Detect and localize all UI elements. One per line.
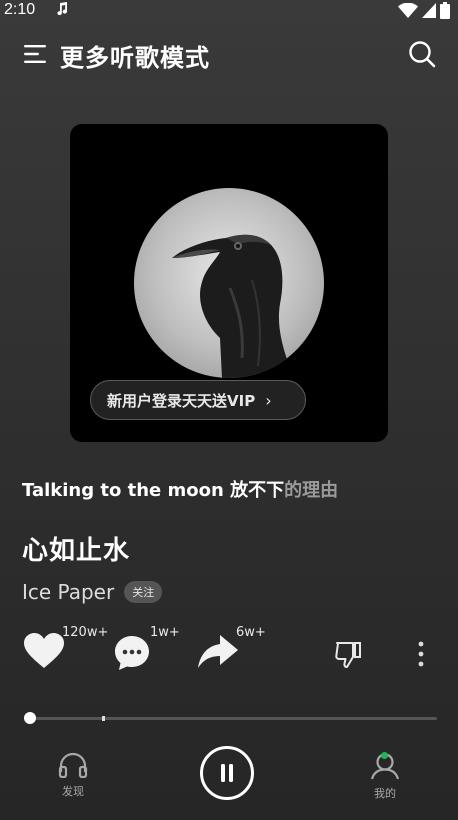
system-icons xyxy=(398,2,450,23)
like-button[interactable]: 120w+ xyxy=(24,625,108,673)
headphones-icon xyxy=(58,752,88,782)
progress-knob[interactable] xyxy=(23,712,36,724)
vip-promo-button[interactable]: 新用户登录天天送VIP › xyxy=(90,380,306,420)
progress-bar[interactable] xyxy=(23,712,437,724)
nav-mine[interactable]: 我的 xyxy=(355,752,415,801)
lyric-played: Talking to the moon 放不下 xyxy=(22,480,285,501)
more-button[interactable] xyxy=(412,639,430,673)
vip-promo-text: 新用户登录天天送VIP xyxy=(107,391,256,410)
bottom-nav: 发现 我的 xyxy=(0,740,458,820)
dislike-icon xyxy=(334,642,362,673)
battery-icon xyxy=(440,2,450,23)
header: 更多听歌模式 xyxy=(0,30,458,78)
status-time: 2:10 xyxy=(4,1,36,18)
user-icon xyxy=(370,752,400,784)
nav-discover-label: 发现 xyxy=(62,785,84,798)
progress-buffer-marker xyxy=(101,716,105,721)
chevron-right-icon: › xyxy=(265,390,272,410)
status-bar: 2:10 xyxy=(0,0,458,22)
artist-row: Ice Paper 关注 xyxy=(22,580,163,604)
nav-mine-label: 我的 xyxy=(374,787,396,800)
lyric-remaining: 的理由 xyxy=(284,480,339,501)
share-count: 6w+ xyxy=(236,625,266,640)
more-icon xyxy=(412,641,430,673)
comment-button[interactable]: 1w+ xyxy=(114,625,180,675)
menu-icon[interactable] xyxy=(22,42,48,66)
pause-button[interactable] xyxy=(200,746,254,800)
comment-count: 1w+ xyxy=(150,625,180,640)
page-title: 更多听歌模式 xyxy=(60,44,210,72)
wifi-icon xyxy=(398,2,418,23)
notification-dot xyxy=(381,752,388,759)
search-icon[interactable] xyxy=(408,40,436,68)
dislike-button[interactable] xyxy=(334,641,362,673)
like-count: 120w+ xyxy=(62,625,109,640)
follow-button[interactable]: 关注 xyxy=(124,581,163,603)
music-note-icon xyxy=(56,2,68,20)
current-lyric[interactable]: Talking to the moon 放不下的理由 xyxy=(22,476,338,502)
share-button[interactable]: 6w+ xyxy=(198,625,266,673)
comment-icon xyxy=(114,636,150,675)
song-title: 心如止水 xyxy=(22,536,131,566)
album-cover[interactable]: 新用户登录天天送VIP › xyxy=(70,124,388,442)
raven-photo xyxy=(134,188,324,378)
nav-discover[interactable]: 发现 xyxy=(43,752,103,799)
action-bar: 120w+ 1w+ 6w+ xyxy=(0,625,458,685)
heart-icon xyxy=(24,633,64,673)
signal-icon xyxy=(422,2,436,23)
pause-icon xyxy=(203,764,251,801)
artist-name[interactable]: Ice Paper xyxy=(22,580,114,604)
share-icon xyxy=(198,635,238,673)
